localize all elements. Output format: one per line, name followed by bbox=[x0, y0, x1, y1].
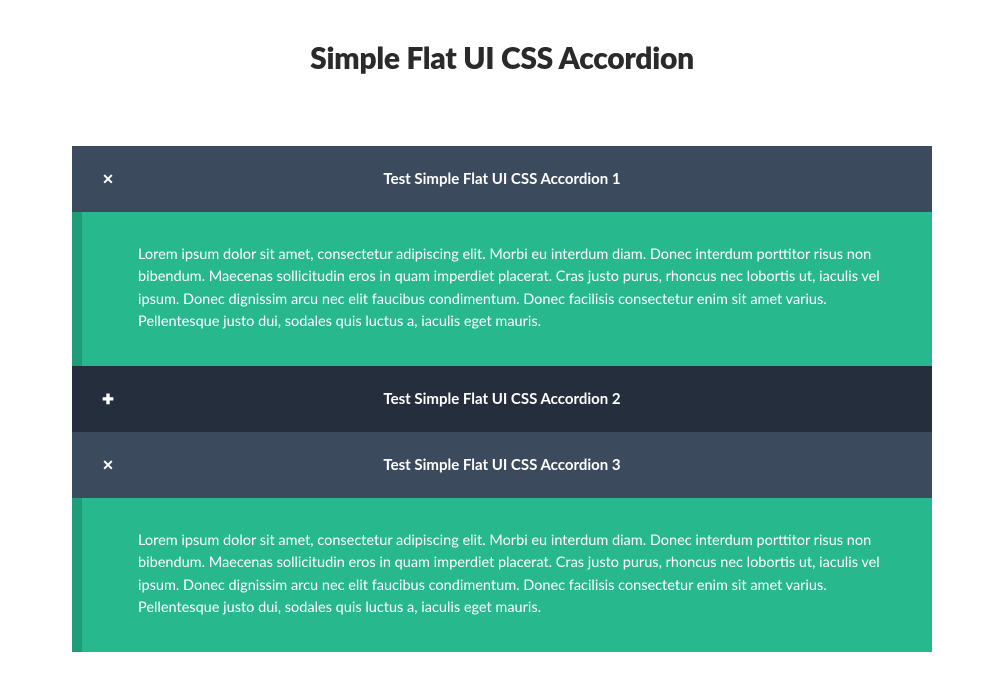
accordion-header-2[interactable]: ✚ Test Simple Flat UI CSS Accordion 2 bbox=[72, 366, 932, 432]
accordion-header-label: Test Simple Flat UI CSS Accordion 3 bbox=[383, 456, 620, 474]
accordion-body-text: Lorem ipsum dolor sit amet, consectetur … bbox=[138, 530, 892, 620]
accordion-body: Lorem ipsum dolor sit amet, consectetur … bbox=[72, 498, 932, 652]
accordion-item: ✚ Test Simple Flat UI CSS Accordion 2 bbox=[72, 366, 932, 432]
accordion-item: ✕ Test Simple Flat UI CSS Accordion 3 Lo… bbox=[72, 432, 932, 652]
close-icon: ✕ bbox=[100, 457, 116, 473]
accordion-header-3[interactable]: ✕ Test Simple Flat UI CSS Accordion 3 bbox=[72, 432, 932, 498]
page-container: Simple Flat UI CSS Accordion ✕ Test Simp… bbox=[0, 0, 1004, 692]
accordion: ✕ Test Simple Flat UI CSS Accordion 1 Lo… bbox=[72, 146, 932, 652]
page-title: Simple Flat UI CSS Accordion bbox=[0, 40, 1004, 76]
accordion-item: ✕ Test Simple Flat UI CSS Accordion 1 Lo… bbox=[72, 146, 932, 366]
accordion-body: Lorem ipsum dolor sit amet, consectetur … bbox=[72, 212, 932, 366]
close-icon: ✕ bbox=[100, 171, 116, 187]
accordion-body-text: Lorem ipsum dolor sit amet, consectetur … bbox=[138, 244, 892, 334]
accordion-header-1[interactable]: ✕ Test Simple Flat UI CSS Accordion 1 bbox=[72, 146, 932, 212]
plus-icon: ✚ bbox=[100, 391, 116, 407]
accordion-header-label: Test Simple Flat UI CSS Accordion 2 bbox=[383, 390, 620, 408]
accordion-header-label: Test Simple Flat UI CSS Accordion 1 bbox=[383, 170, 620, 188]
